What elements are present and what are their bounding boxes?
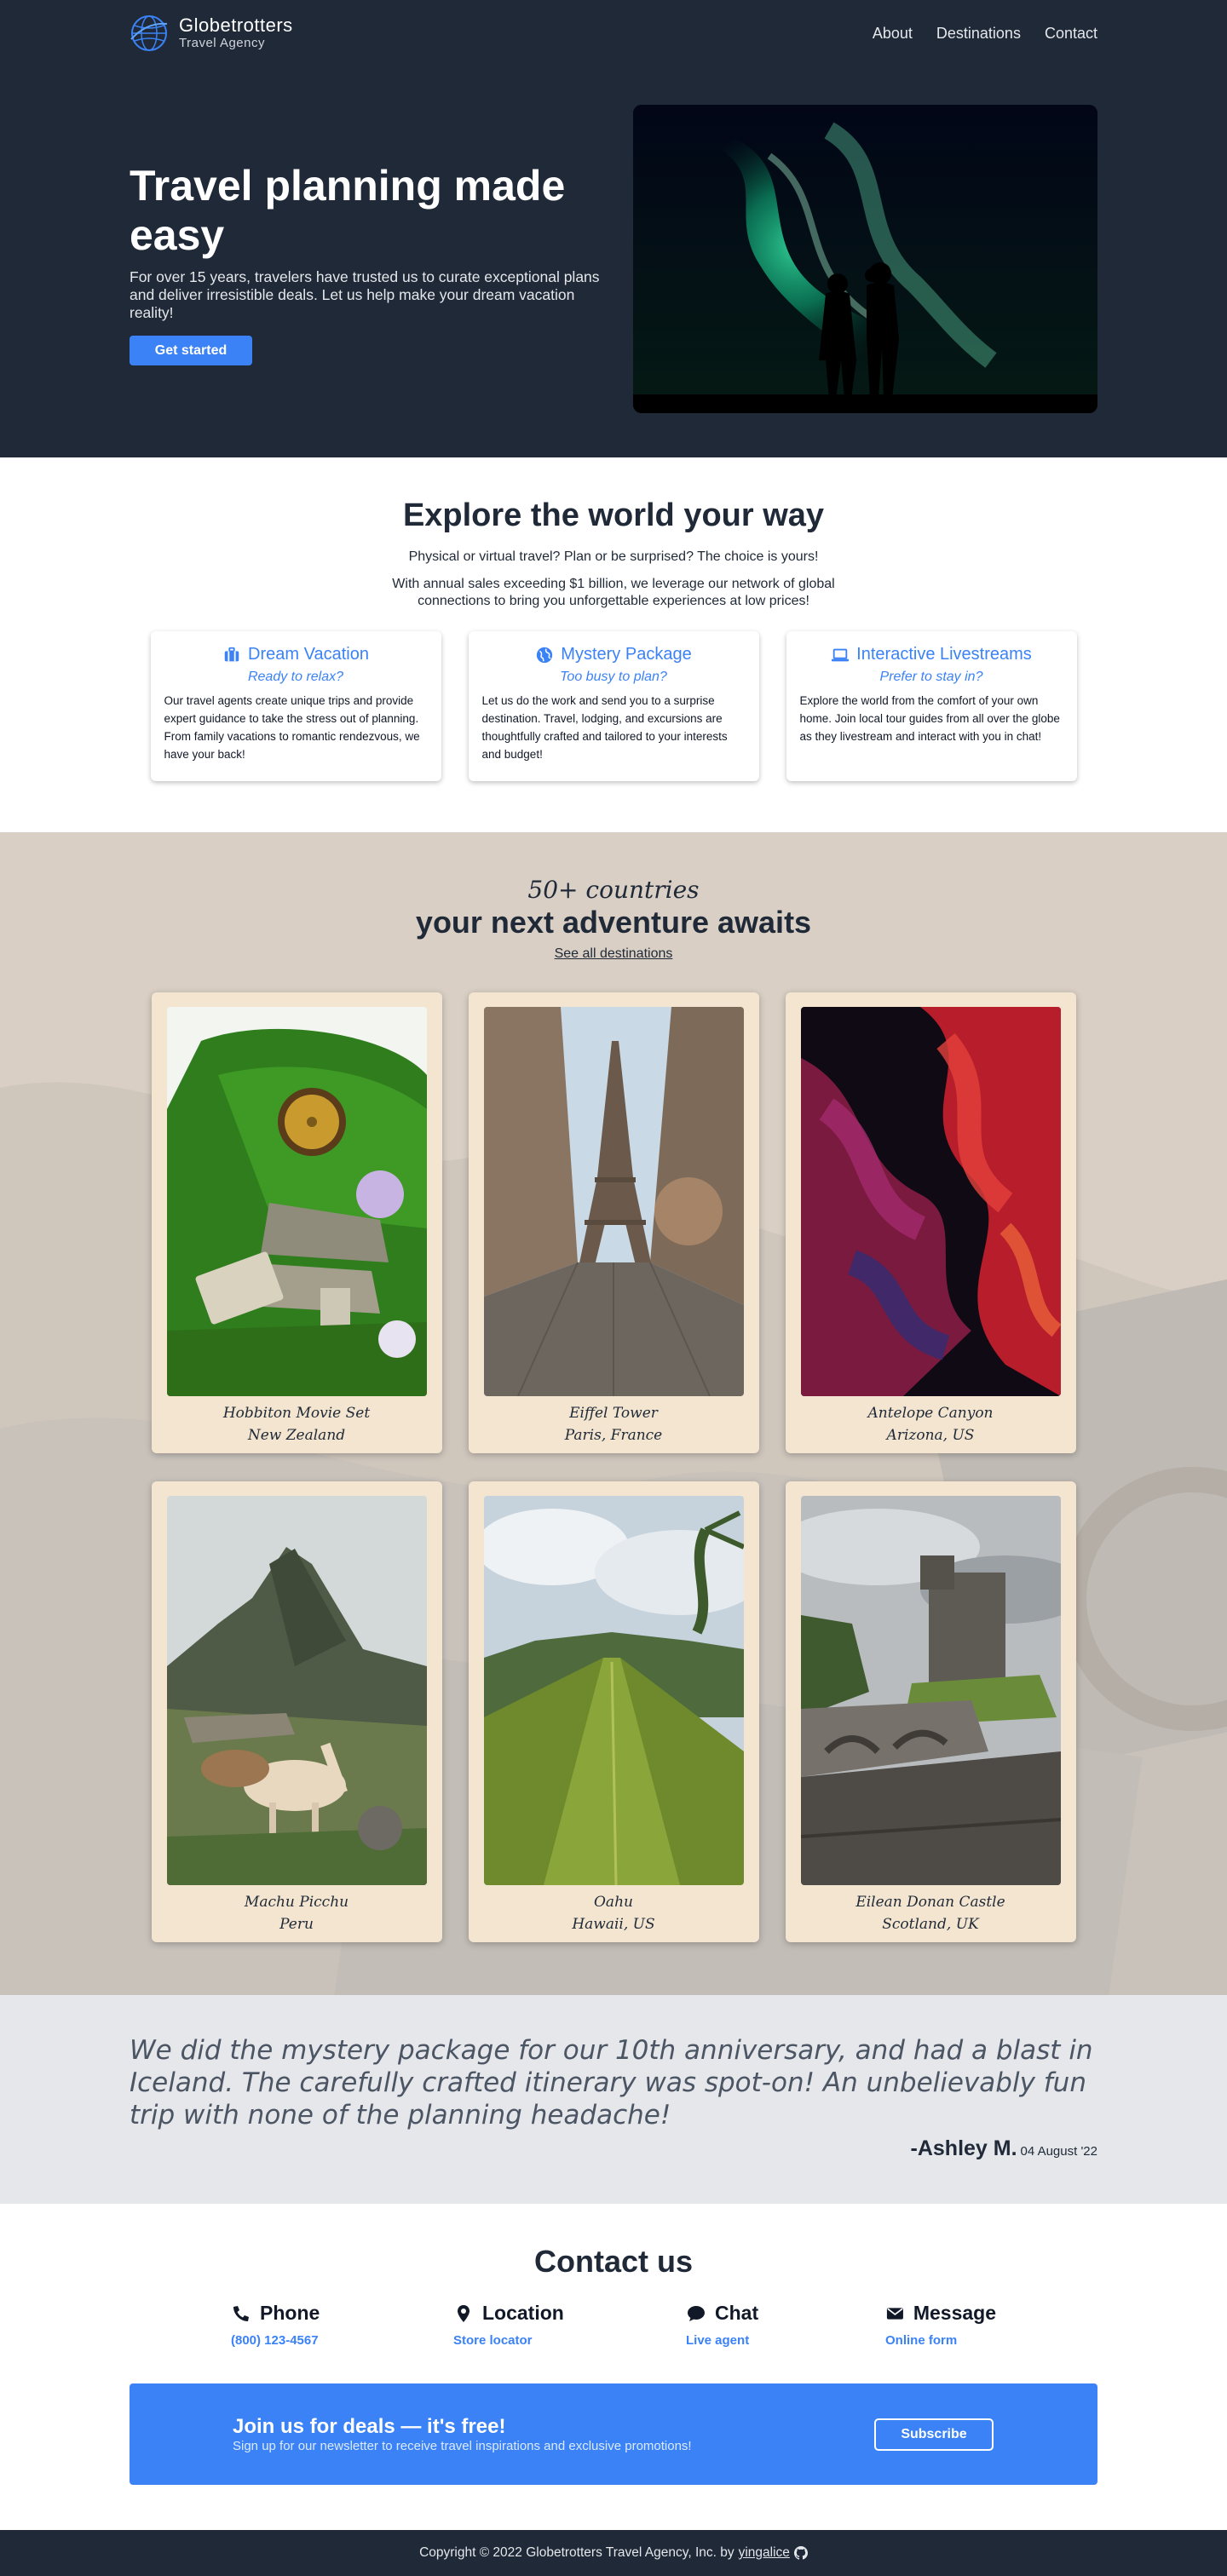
see-all-destinations-link[interactable]: See all destinations: [555, 946, 673, 962]
map-pin-icon: [458, 2304, 469, 2322]
hero-description: For over 15 years, travelers have truste…: [130, 268, 600, 321]
destination-name: Antelope Canyon: [867, 1405, 994, 1422]
services-row: Dream Vacation Ready to relax? Our trave…: [0, 631, 1227, 781]
oahu-photo: [483, 1496, 744, 1885]
destination-location: New Zealand: [247, 1427, 346, 1444]
nav-destinations-link[interactable]: Destinations: [936, 25, 1021, 43]
brand[interactable]: Globetrotters Travel Agency: [130, 14, 293, 53]
service-description: Let us do the work and send you to a sur…: [481, 694, 728, 761]
explore-body: With annual sales exceeding $1 billion, …: [392, 577, 835, 608]
live-agent-link[interactable]: Live agent: [686, 2333, 885, 2348]
machu-picchu-photo: [166, 1496, 427, 1885]
service-title: Dream Vacation: [248, 645, 369, 664]
destination-name: Oahu: [594, 1894, 633, 1911]
destinations-title: your next adventure awaits: [415, 905, 812, 940]
contact-message: Message Online form: [885, 2302, 996, 2348]
envelope-icon: [886, 2307, 903, 2320]
nav-about-link[interactable]: About: [873, 25, 913, 43]
top-navbar: Globetrotters Travel Agency About Destin…: [130, 0, 1097, 66]
hero-aurora-image: [633, 105, 1097, 413]
brand-name: Globetrotters: [179, 14, 293, 36]
subscribe-button[interactable]: Subscribe: [874, 2418, 994, 2451]
newsletter-subtitle: Sign up for our newsletter to receive tr…: [233, 2438, 692, 2453]
suitcase-icon: [224, 647, 239, 661]
author-link[interactable]: yingalice: [739, 2545, 790, 2561]
explore-intro: Physical or virtual travel? Plan or be s…: [408, 549, 819, 564]
contact-label: Location: [482, 2302, 564, 2324]
nav-contact-link[interactable]: Contact: [1045, 25, 1097, 43]
newsletter-title: Join us for deals — it's free!: [233, 2414, 506, 2438]
contact-chat: Chat Live agent: [686, 2302, 885, 2348]
destinations-section: 50+ countries your next adventure awaits…: [0, 832, 1227, 1995]
service-description: Explore the world from the comfort of yo…: [799, 694, 1060, 743]
contact-location: Location Store locator: [453, 2302, 686, 2348]
hero-content: Travel planning made easy For over 15 ye…: [130, 105, 1097, 413]
testimonial-attribution: -Ashley M. 04 August '22: [130, 2136, 1097, 2161]
eiffel-tower-photo: [483, 1007, 744, 1396]
destination-location: Hawaii, US: [572, 1916, 655, 1933]
eilean-donan-castle-photo: [800, 1496, 1061, 1885]
service-tagline: Too busy to plan?: [560, 670, 667, 684]
hobbiton-photo: [166, 1007, 427, 1396]
service-description: Our travel agents create unique trips an…: [164, 694, 420, 761]
destination-card-eilean-donan-castle[interactable]: Eilean Donan Castle Scotland, UK: [785, 1481, 1076, 1942]
antelope-canyon-photo: [800, 1007, 1061, 1396]
testimonial-quote: We did the mystery package for our 10th …: [130, 2035, 1093, 2130]
brand-subtitle: Travel Agency: [179, 36, 265, 50]
destination-location: Peru: [279, 1916, 314, 1933]
contact-options: Phone (800) 123-4567 Location Store loca…: [0, 2302, 1227, 2348]
destination-location: Arizona, US: [886, 1427, 975, 1444]
footer: Copyright © 2022 Globetrotters Travel Ag…: [0, 2530, 1227, 2576]
globe-logo-icon: [130, 15, 168, 51]
contact-label: Message: [913, 2302, 996, 2324]
service-card-dream-vacation: Dream Vacation Ready to relax? Our trave…: [150, 631, 441, 781]
laptop-icon: [832, 648, 850, 661]
testimonial-date: 04 August '22: [1020, 2144, 1097, 2159]
get-started-button[interactable]: Get started: [130, 336, 252, 365]
destination-name: Eilean Donan Castle: [855, 1894, 1005, 1911]
contact-phone: Phone (800) 123-4567: [231, 2302, 453, 2348]
copyright-text: Copyright © 2022 Globetrotters Travel Ag…: [419, 2545, 734, 2560]
destination-card-eiffel-tower[interactable]: Eiffel Tower Paris, France: [468, 992, 759, 1453]
destination-location: Scotland, UK: [882, 1916, 979, 1933]
nav-links: About Destinations Contact: [873, 25, 1097, 43]
service-title: Mystery Package: [561, 645, 692, 664]
globe-icon: [537, 647, 553, 663]
online-form-link[interactable]: Online form: [885, 2333, 996, 2348]
chat-bubble-icon: [688, 2305, 705, 2321]
contact-title: Contact us: [533, 2244, 693, 2279]
service-card-mystery-package: Mystery Package Too busy to plan? Let us…: [468, 631, 759, 781]
newsletter-banner: Join us for deals — it's free! Sign up f…: [130, 2383, 1097, 2485]
github-icon[interactable]: [793, 2546, 808, 2560]
destination-card-hobbiton[interactable]: Hobbiton Movie Set New Zealand: [151, 992, 442, 1453]
phone-number-link[interactable]: (800) 123-4567: [231, 2333, 453, 2348]
destination-card-antelope-canyon[interactable]: Antelope Canyon Arizona, US: [785, 992, 1076, 1453]
hero-section: Globetrotters Travel Agency About Destin…: [0, 0, 1227, 457]
service-tagline: Ready to relax?: [247, 670, 344, 684]
service-card-interactive-livestreams: Interactive Livestreams Prefer to stay i…: [786, 631, 1077, 781]
destinations-kicker: 50+ countries: [527, 876, 700, 904]
service-title: Interactive Livestreams: [856, 645, 1032, 664]
hero-title: Travel planning made easy: [130, 162, 566, 259]
contact-label: Phone: [260, 2302, 320, 2324]
store-locator-link[interactable]: Store locator: [453, 2333, 686, 2348]
testimonial-author: -Ashley M.: [910, 2136, 1017, 2160]
destination-grid: Hobbiton Movie Set New Zealand Eiffel To…: [151, 992, 1076, 1942]
service-tagline: Prefer to stay in?: [879, 670, 983, 684]
explore-section: Explore the world your way Physical or v…: [0, 457, 1227, 832]
destination-name: Hobbiton Movie Set: [222, 1405, 371, 1422]
destination-name: Eiffel Tower: [569, 1405, 658, 1422]
phone-icon: [233, 2305, 249, 2321]
contact-label: Chat: [715, 2302, 759, 2324]
destination-card-machu-picchu[interactable]: Machu Picchu Peru: [151, 1481, 442, 1942]
destination-card-oahu[interactable]: Oahu Hawaii, US: [468, 1481, 759, 1942]
destination-location: Paris, France: [564, 1427, 663, 1444]
explore-title: Explore the world your way: [402, 497, 825, 533]
testimonial-section: We did the mystery package for our 10th …: [0, 1995, 1227, 2204]
hero-text: Travel planning made easy For over 15 ye…: [130, 105, 607, 413]
contact-section: Contact us Phone (800) 123-4567 Location…: [0, 2204, 1227, 2530]
destination-name: Machu Picchu: [244, 1894, 349, 1911]
